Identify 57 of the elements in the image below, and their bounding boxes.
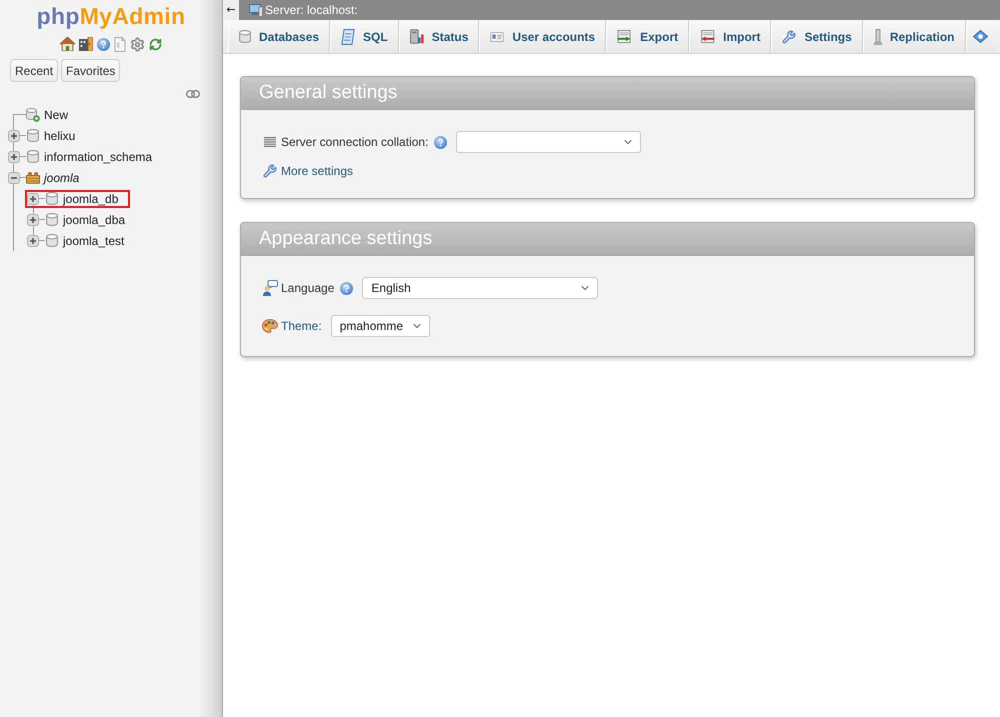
dropdown[interactable]: English	[362, 277, 598, 299]
settings-icon[interactable]	[130, 36, 145, 52]
expand-icon[interactable]	[8, 150, 20, 162]
panel-title: Appearance settings	[241, 223, 974, 256]
expand-icon[interactable]	[27, 192, 39, 204]
text-link[interactable]: More settings	[281, 164, 354, 178]
tab[interactable]: Status	[398, 20, 480, 53]
exit-icon[interactable]	[79, 37, 93, 51]
script-icon	[341, 28, 356, 44]
collapse-icon[interactable]	[8, 172, 20, 184]
tree-item[interactable]: helixu	[44, 128, 76, 142]
reload-icon[interactable]	[149, 38, 162, 50]
import-icon	[700, 30, 716, 43]
tab[interactable]: Export	[606, 20, 690, 53]
database-group-icon	[26, 170, 40, 184]
dropdown[interactable]: pmahomme	[330, 315, 430, 337]
panel-title: General settings	[241, 77, 974, 110]
expand-icon[interactable]	[8, 130, 20, 142]
server-chart-icon	[410, 29, 424, 44]
wrench-icon	[782, 30, 796, 44]
diamond-icon	[972, 30, 988, 43]
sidebar-button[interactable]: Recent	[10, 59, 58, 82]
person-speech-icon	[262, 280, 278, 296]
tab[interactable]: Databases	[228, 20, 330, 53]
help-icon[interactable]	[340, 282, 354, 294]
expand-icon[interactable]	[27, 234, 39, 246]
tree-item[interactable]: joomla_test	[63, 234, 124, 248]
sidebar-button[interactable]: Favorites	[61, 59, 120, 82]
help-icon[interactable]	[97, 38, 110, 50]
tree-item[interactable]: New	[44, 108, 68, 122]
server-icon	[249, 4, 263, 16]
tab[interactable]: User accounts	[479, 20, 606, 53]
tab[interactable]: Import	[689, 20, 772, 53]
tab[interactable]: Settings	[771, 20, 863, 53]
tab[interactable]: SQL	[330, 20, 399, 53]
expand-icon[interactable]	[27, 214, 39, 226]
label-link[interactable]: Theme:	[281, 319, 322, 333]
home-icon[interactable]	[60, 37, 75, 51]
help-icon[interactable]	[434, 136, 448, 148]
tree-item[interactable]: joomla_db	[63, 192, 118, 206]
tree-item[interactable]: joomla	[44, 170, 80, 184]
pillar-icon	[874, 28, 882, 44]
server-breadcrumb[interactable]: Server: localhost:	[265, 3, 358, 17]
link-icon[interactable]	[186, 90, 200, 98]
app-logo[interactable]: phpMyAdmin	[36, 0, 186, 29]
collapse-button[interactable]: ←	[223, 0, 239, 20]
tree-item[interactable]: joomla_dba	[63, 212, 126, 226]
id-card-icon	[490, 32, 504, 42]
field-label: Language	[281, 281, 334, 295]
lines-icon	[264, 137, 276, 147]
database-icon	[239, 30, 251, 43]
tree-item[interactable]: information_schema	[44, 150, 152, 164]
export-icon	[617, 30, 632, 43]
wrench-icon	[263, 164, 277, 178]
field-label: Server connection collation:	[281, 135, 428, 149]
tab[interactable]: Replication	[862, 20, 966, 53]
palette-icon	[262, 319, 278, 333]
